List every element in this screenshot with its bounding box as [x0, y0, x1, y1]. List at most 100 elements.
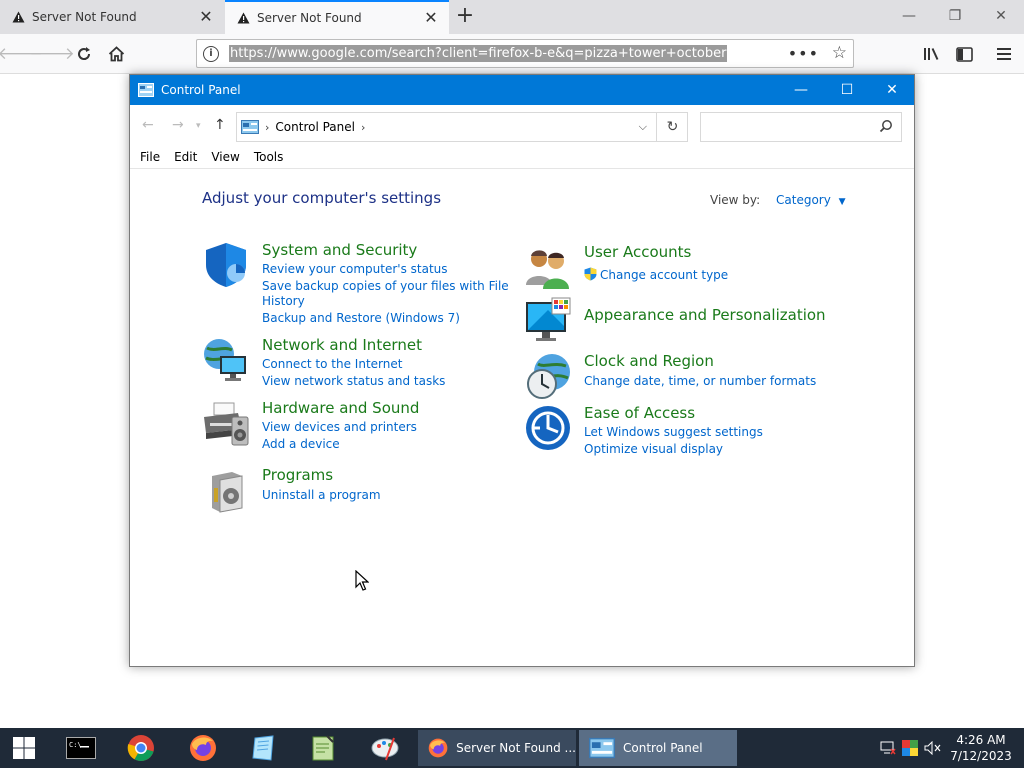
- search-input[interactable]: [705, 114, 875, 140]
- breadcrumb[interactable]: Control Panel: [275, 120, 355, 134]
- dropdown-arrow-icon[interactable]: ▼: [839, 197, 846, 207]
- chevron-down-icon[interactable]: ⌵: [639, 120, 647, 134]
- new-tab-button[interactable]: +: [452, 4, 478, 30]
- taskbar-paint[interactable]: [356, 728, 414, 768]
- link-devices-printers[interactable]: View devices and printers: [262, 420, 417, 435]
- taskbar-firefox[interactable]: [174, 728, 232, 768]
- category-title[interactable]: Hardware and Sound: [262, 399, 419, 417]
- forward-button[interactable]: →: [172, 117, 184, 133]
- site-info-icon[interactable]: i: [203, 45, 219, 62]
- search-box[interactable]: [700, 112, 902, 142]
- category-hardware-sound: Hardware and Sound View devices and prin…: [202, 399, 502, 455]
- back-button[interactable]: ←: [142, 117, 154, 133]
- close-tab-icon[interactable]: ✕: [198, 9, 214, 25]
- chrome-icon: [127, 735, 154, 762]
- menu-bar: File Edit View Tools: [130, 145, 914, 169]
- browser-tab-2[interactable]: Server Not Found ✕: [225, 0, 449, 34]
- taskbar-chrome[interactable]: [112, 728, 170, 768]
- link-date-time-formats[interactable]: Change date, time, or number formats: [584, 374, 816, 389]
- breadcrumb-separator-icon[interactable]: ›: [265, 121, 269, 134]
- control-panel-window: Control Panel — ☐ ✕ ← → ▾ ↑ › Control Pa…: [129, 74, 915, 667]
- view-by-dropdown[interactable]: Category: [776, 193, 831, 207]
- forward-button[interactable]: 🡒: [29, 40, 75, 68]
- taskbar-notepad[interactable]: [234, 728, 292, 768]
- category-title[interactable]: User Accounts: [584, 243, 691, 261]
- address-bar[interactable]: › Control Panel › ⌵: [236, 112, 688, 142]
- category-system-security: System and Security Review your computer…: [202, 241, 509, 331]
- browser-tab-1[interactable]: Server Not Found ✕: [0, 0, 224, 34]
- reload-button[interactable]: [70, 40, 98, 68]
- clock-time: 4:26 AM: [956, 733, 1006, 747]
- link-file-history[interactable]: Save backup copies of your files with Fi…: [262, 279, 509, 294]
- sidebar-button[interactable]: [950, 40, 978, 68]
- page-title: Adjust your computer's settings: [202, 189, 442, 207]
- taskbar-task-control-panel[interactable]: Control Panel: [579, 730, 737, 766]
- minimize-button[interactable]: —: [778, 75, 824, 105]
- menu-view[interactable]: View: [211, 150, 239, 164]
- window-titlebar[interactable]: Control Panel — ☐ ✕: [130, 75, 914, 105]
- menu-file[interactable]: File: [140, 150, 160, 164]
- notepad-plus-icon: [312, 735, 334, 761]
- warning-icon: [237, 12, 250, 25]
- category-programs: Programs Uninstall a program: [202, 466, 502, 513]
- browser-tab-bar: Server Not Found ✕ Server Not Found ✕ + …: [0, 0, 1024, 34]
- minimize-browser-button[interactable]: —: [886, 0, 932, 32]
- link-connect-internet[interactable]: Connect to the Internet: [262, 357, 402, 372]
- clock[interactable]: 4:26 AM 7/12/2023: [946, 732, 1016, 764]
- taskbar-notepadpp[interactable]: [294, 728, 352, 768]
- menu-button[interactable]: [990, 40, 1018, 68]
- taskbar-task-firefox[interactable]: Server Not Found ...: [418, 730, 576, 766]
- library-button[interactable]: [918, 40, 946, 68]
- browser-toolbar: 🡐 🡒 i https://www.google.com/search?clie…: [0, 34, 1024, 74]
- start-button[interactable]: [0, 728, 48, 768]
- category-clock-region: Clock and Region Change date, time, or n…: [524, 352, 844, 400]
- link-review-status[interactable]: Review your computer's status: [262, 262, 448, 277]
- network-tray-icon[interactable]: [880, 741, 896, 755]
- link-suggest-settings[interactable]: Let Windows suggest settings: [584, 425, 763, 440]
- monitor-icon: [526, 297, 571, 341]
- menu-tools[interactable]: Tools: [254, 150, 284, 164]
- volume-muted-icon[interactable]: [924, 741, 942, 755]
- category-title[interactable]: Programs: [262, 466, 333, 484]
- task-label: Control Panel: [623, 741, 703, 755]
- up-button[interactable]: ↑: [214, 117, 226, 133]
- link-change-account-type[interactable]: Change account type: [600, 268, 728, 283]
- close-tab-icon[interactable]: ✕: [423, 10, 439, 26]
- library-icon: [924, 48, 939, 60]
- url-bar[interactable]: i https://www.google.com/search?client=f…: [196, 39, 854, 68]
- users-icon: [526, 250, 569, 289]
- display-tray-icon[interactable]: [902, 740, 918, 756]
- firefox-icon: [428, 738, 448, 758]
- category-title[interactable]: Appearance and Personalization: [584, 306, 826, 324]
- category-title[interactable]: System and Security: [262, 241, 417, 259]
- category-title[interactable]: Ease of Access: [584, 404, 695, 422]
- home-button[interactable]: [102, 40, 130, 68]
- sidebar-icon: [955, 46, 973, 62]
- link-network-status[interactable]: View network status and tasks: [262, 374, 445, 389]
- page-actions-icon[interactable]: •••: [788, 44, 819, 63]
- close-browser-button[interactable]: ✕: [978, 0, 1024, 32]
- view-by: View by: Category ▼: [710, 193, 846, 207]
- recent-locations-button[interactable]: ▾: [196, 121, 201, 131]
- refresh-button[interactable]: ↻: [656, 112, 688, 142]
- close-button[interactable]: ✕: [869, 75, 915, 105]
- category-title[interactable]: Network and Internet: [262, 336, 422, 354]
- firefox-icon: [190, 735, 216, 761]
- bookmark-star-icon[interactable]: ☆: [832, 43, 847, 63]
- url-text[interactable]: https://www.google.com/search?client=fir…: [229, 45, 728, 62]
- maximize-button[interactable]: ☐: [824, 75, 870, 105]
- link-file-history-cont[interactable]: History: [262, 294, 305, 309]
- category-title[interactable]: Clock and Region: [584, 352, 714, 370]
- mouse-cursor-icon: [355, 570, 369, 591]
- link-add-device[interactable]: Add a device: [262, 437, 340, 452]
- taskbar-cmd[interactable]: C:\: [52, 728, 110, 768]
- breadcrumb-separator-icon[interactable]: ›: [361, 121, 365, 134]
- link-optimize-display[interactable]: Optimize visual display: [584, 442, 723, 457]
- link-backup-restore[interactable]: Backup and Restore (Windows 7): [262, 311, 460, 326]
- category-appearance: Appearance and Personalization: [524, 296, 844, 344]
- restore-browser-button[interactable]: ❐: [932, 0, 978, 32]
- clock-date: 7/12/2023: [950, 749, 1012, 763]
- category-ease-of-access: Ease of Access Let Windows suggest setti…: [524, 404, 844, 460]
- link-uninstall-program[interactable]: Uninstall a program: [262, 488, 381, 503]
- menu-edit[interactable]: Edit: [174, 150, 197, 164]
